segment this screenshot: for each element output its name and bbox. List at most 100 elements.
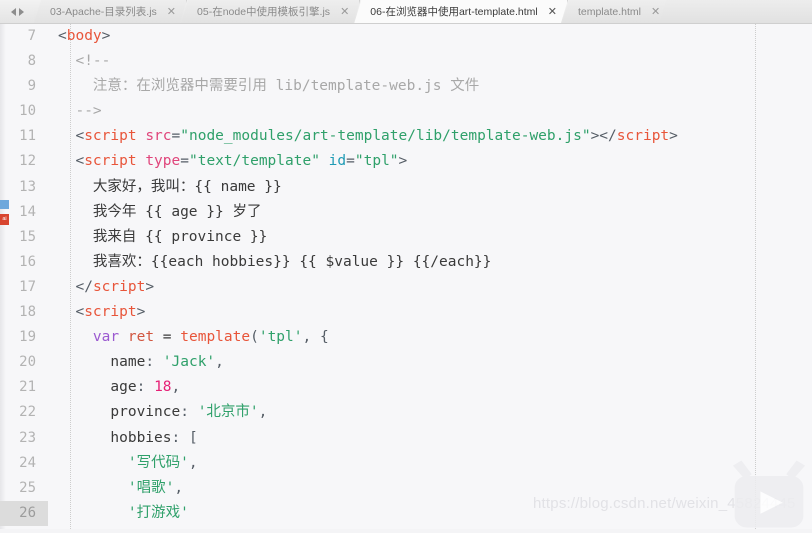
editor-tab-label: 03-Apache-目录列表.js xyxy=(50,6,157,18)
code-token: ( xyxy=(250,329,259,346)
tab-bar-filler xyxy=(659,0,812,23)
code-token: </ xyxy=(75,278,93,295)
code-token: , xyxy=(174,479,184,496)
editor-tab-label: template.html xyxy=(577,5,641,18)
code-line[interactable]: 22 province: '北京市', xyxy=(0,400,812,425)
code-line[interactable]: 9 注意：在浏览器中需要引用 lib/template-web.js 文件 xyxy=(0,74,812,99)
code-line[interactable]: 8 <!-- xyxy=(0,49,812,74)
code-token: > xyxy=(101,28,111,44)
code-token: 我喜欢：{{each hobbies}} {{ $value }} {{/eac… xyxy=(92,253,492,270)
code-line-content: --> xyxy=(48,99,812,124)
code-line[interactable]: 18 <script> xyxy=(0,300,812,325)
code-line-content: <script type="text/template" id="tpl"> xyxy=(48,149,812,174)
editor-tab[interactable]: 03-Apache-目录列表.js ✕ xyxy=(34,0,187,23)
next-tab-icon[interactable] xyxy=(18,7,24,16)
line-number: 16 xyxy=(19,253,36,270)
code-token: script xyxy=(84,153,137,170)
code-token: id xyxy=(328,153,347,170)
code-token: '写代码' xyxy=(127,454,189,471)
tab-bar: 03-Apache-目录列表.js ✕ 05-在node中使用模板引擎.js ✕ 06-… xyxy=(0,0,812,24)
editor-tab-label: 06-在浏览器中使用art-template.html xyxy=(370,6,538,18)
code-token: var xyxy=(92,329,120,346)
code-token: age xyxy=(110,379,137,396)
code-token: src xyxy=(145,128,172,145)
code-token: = xyxy=(171,128,181,145)
editor-tab[interactable]: 05-在node中使用模板引擎.js ✕ xyxy=(181,0,360,23)
code-line[interactable]: 16 我喜欢：{{each hobbies}} {{ $value }} {{/… xyxy=(0,250,812,275)
line-number: 12 xyxy=(19,153,36,170)
editor-tab[interactable]: template.html ✕ xyxy=(562,0,671,23)
code-line-content: 我喜欢：{{each hobbies}} {{ $value }} {{/eac… xyxy=(48,250,812,275)
code-token: 我今年 {{ age }} 岁了 xyxy=(92,203,262,220)
code-line[interactable]: 23 hobbies: [ xyxy=(0,426,812,451)
code-line[interactable]: 25 '唱歌', xyxy=(0,476,812,501)
line-number: 10 xyxy=(19,103,36,120)
code-token: = xyxy=(180,153,189,170)
code-line-content: '打游戏' xyxy=(48,501,812,526)
editor-tabs: 03-Apache-目录列表.js ✕ 05-在node中使用模板引擎.js ✕ 06-… xyxy=(34,0,812,23)
code-line-content: </script> xyxy=(48,275,812,300)
code-line[interactable]: 19 var ret = template('tpl', { xyxy=(0,325,812,350)
code-token: ></ xyxy=(590,128,617,145)
code-line-content: <!-- xyxy=(48,49,812,74)
close-icon[interactable]: ✕ xyxy=(548,6,557,17)
prev-tab-icon[interactable] xyxy=(10,7,16,16)
close-icon[interactable]: ✕ xyxy=(167,6,176,17)
code-token: '北京市' xyxy=(197,404,259,421)
code-token: < xyxy=(75,128,85,145)
line-number: 22 xyxy=(19,404,36,421)
line-number: 23 xyxy=(19,429,36,446)
code-line-content: '写代码', xyxy=(48,451,812,476)
code-line[interactable]: 7 <body> xyxy=(0,24,812,49)
close-icon[interactable]: ✕ xyxy=(651,6,660,17)
code-line-content: 注意：在浏览器中需要引用 lib/template-web.js 文件 xyxy=(48,74,812,99)
code-token: '打游戏' xyxy=(127,504,189,521)
code-token: > xyxy=(145,278,155,295)
editor-tab[interactable]: 06-在浏览器中使用art-template.html ✕ xyxy=(354,0,568,23)
line-number: 13 xyxy=(19,178,36,195)
code-token: script xyxy=(92,278,146,295)
code-line[interactable]: 21 age: 18, xyxy=(0,375,812,400)
code-line[interactable]: 10 --> xyxy=(0,99,812,124)
code-line-content: <body> xyxy=(48,24,812,49)
code-line[interactable]: 13 大家好，我叫：{{ name }} xyxy=(0,175,812,200)
code-token: : xyxy=(136,379,155,396)
code-line[interactable]: 12 <script type="text/template" id="tpl"… xyxy=(0,149,812,174)
line-number: 18 xyxy=(19,304,36,321)
code-token: type xyxy=(145,153,181,170)
code-token: 我来自 {{ province }} xyxy=(92,228,268,245)
line-number: 17 xyxy=(19,278,36,295)
code-token: script xyxy=(84,304,137,321)
line-number: 20 xyxy=(19,354,36,371)
code-token: : xyxy=(180,404,198,421)
code-token: ret xyxy=(127,329,155,346)
code-line[interactable]: 14 我今年 {{ age }} 岁了 xyxy=(0,200,812,225)
code-token: 'tpl' xyxy=(258,329,303,346)
line-number: 9 xyxy=(27,78,36,95)
code-token: : [ xyxy=(171,429,198,446)
code-token: > xyxy=(136,304,146,321)
code-line[interactable]: 20 name: 'Jack', xyxy=(0,350,812,375)
code-line[interactable]: 11 <script src="node_modules/art-templat… xyxy=(0,124,812,149)
code-line-content: '唱歌', xyxy=(48,476,812,501)
editor-tab-label: 05-在node中使用模板引擎.js xyxy=(197,6,331,18)
code-line-content: <script> xyxy=(48,300,812,325)
code-editor[interactable]: ai 7 <body> 8 <!-- 9 注意：在浏览器中需要引用 lib/templ… xyxy=(0,24,812,529)
code-lines[interactable]: 7 <body> 8 <!-- 9 注意：在浏览器中需要引用 lib/template… xyxy=(0,24,812,529)
code-token: , xyxy=(188,454,198,471)
code-token: template xyxy=(180,329,251,346)
code-token: < xyxy=(75,153,85,170)
code-line[interactable]: 17 </script> xyxy=(0,275,812,300)
line-number: 14 xyxy=(19,203,36,220)
code-token: "text/template" xyxy=(188,153,320,170)
code-line-content: age: 18, xyxy=(48,375,812,400)
line-number: 21 xyxy=(19,379,36,396)
code-line[interactable]: 26 '打游戏' xyxy=(0,500,812,526)
code-line[interactable]: 24 '写代码', xyxy=(0,451,812,476)
code-line[interactable]: 15 我来自 {{ province }} xyxy=(0,225,812,250)
close-icon[interactable]: ✕ xyxy=(340,6,349,17)
code-token: , xyxy=(171,379,181,396)
code-token: > xyxy=(669,128,678,145)
code-token: = xyxy=(346,153,355,170)
